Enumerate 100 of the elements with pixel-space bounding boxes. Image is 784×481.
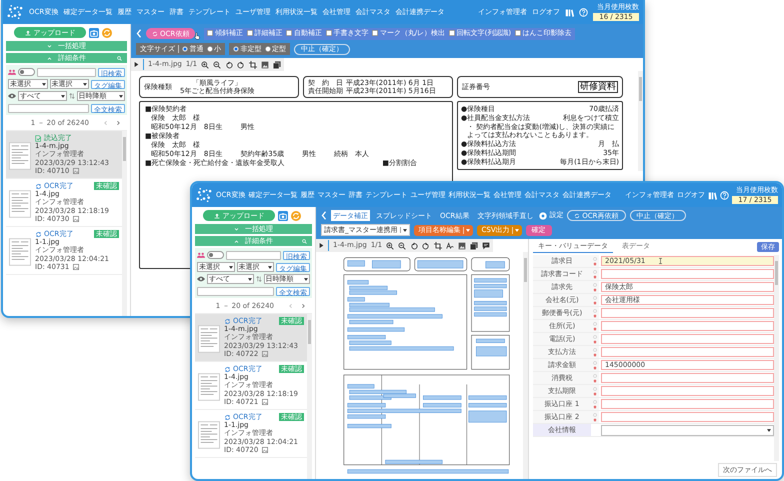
next-icon[interactable] [115,120,121,126]
back-icon[interactable] [136,29,142,38]
field-input[interactable] [601,321,774,331]
sync-icon [152,30,158,36]
toggle-switch[interactable] [207,251,224,259]
search-field[interactable] [37,68,96,76]
sort-icon[interactable] [68,93,74,99]
image-icon [262,398,268,405]
scrollbar[interactable] [122,131,127,316]
text-cursor-icon [659,258,662,264]
chevron-down-icon [234,226,239,232]
checkbox[interactable] [372,30,378,36]
field-input[interactable] [601,399,774,409]
logo-icon[interactable] [195,186,213,204]
caret-icon [119,94,123,98]
scrollbar[interactable] [774,255,779,461]
caret-icon [228,266,232,268]
caret-icon [60,94,64,98]
sync-icon [224,414,231,421]
checkbox[interactable] [449,30,456,36]
crop-icon[interactable] [249,60,258,68]
field-dropdown[interactable] [601,425,774,436]
play-icon[interactable] [319,243,324,248]
handwriting-icon[interactable] [446,242,454,250]
book-icon[interactable] [708,190,717,200]
fulltext-field[interactable] [197,286,274,296]
search-icon[interactable] [302,238,307,244]
required-icon [593,418,597,422]
refresh-icon[interactable] [291,210,301,220]
next-icon[interactable] [300,303,306,310]
comment-icon[interactable] [482,242,490,250]
document-check-icon [35,134,42,142]
help-icon[interactable] [579,8,588,16]
help-icon[interactable] [720,190,729,200]
field-input[interactable] [601,347,774,357]
logo-icon[interactable] [6,3,24,21]
zoom-in-icon[interactable] [386,242,394,250]
field-input[interactable] [601,308,774,318]
chevron-up-icon [47,56,52,60]
eye-icon[interactable] [8,92,16,100]
eye-icon[interactable] [197,275,205,283]
back-icon[interactable] [321,211,327,220]
rotate-left-icon[interactable] [410,242,418,250]
scrollbar[interactable] [523,252,528,479]
search-icon[interactable] [117,56,122,60]
zoom-out-icon[interactable] [398,242,406,250]
images-icon[interactable] [470,242,478,250]
previous-icon[interactable] [288,303,294,310]
required-icon [593,314,597,318]
caret-icon [466,228,470,232]
fulltext-field[interactable] [8,104,89,112]
image-icon[interactable] [261,60,270,68]
radio[interactable] [264,46,270,52]
book-icon[interactable] [565,8,574,16]
radio[interactable] [206,46,212,52]
radio[interactable] [182,46,188,52]
field-input[interactable] [601,386,774,396]
required-icon [593,378,597,382]
scrollbar[interactable] [638,71,643,171]
zoom-in-icon[interactable] [201,60,210,68]
rotate-right-icon[interactable] [237,60,246,68]
field-input[interactable] [601,269,774,279]
checkbox[interactable] [515,30,522,36]
refresh-icon[interactable] [102,28,112,38]
crop-icon[interactable] [434,242,442,250]
users-icon[interactable] [197,251,205,259]
upload-icon [24,30,30,36]
required-icon [593,326,597,330]
sort-icon[interactable] [256,276,262,282]
images-icon[interactable] [273,60,282,68]
rotate-left-icon[interactable] [225,60,234,68]
scrollbar[interactable] [307,314,312,479]
field-input[interactable] [601,373,774,383]
required-icon [593,300,597,304]
camera-icon[interactable] [89,28,99,38]
chevron-up-icon [234,238,239,244]
required-icon [593,340,597,344]
play-icon[interactable] [134,62,139,67]
upload-icon [214,212,220,218]
checkbox[interactable] [207,30,214,36]
previous-icon[interactable] [103,120,109,126]
caret-icon [83,82,87,86]
checkbox[interactable] [286,30,292,36]
caret-icon [514,228,519,232]
zoom-out-icon[interactable] [213,60,222,68]
camera-icon[interactable] [278,210,288,220]
required-icon [593,274,597,278]
caret-icon [268,266,272,268]
radio[interactable] [233,46,239,52]
checkbox[interactable] [326,30,332,36]
users-icon[interactable] [8,68,16,76]
field-input[interactable] [601,412,774,422]
rotate-right-icon[interactable] [422,242,430,250]
image-icon [73,264,80,270]
required-icon [593,366,597,370]
checkbox[interactable] [246,30,253,36]
toggle-switch[interactable] [18,68,35,76]
search-field[interactable] [226,250,281,260]
image-icon[interactable] [458,242,466,250]
field-input[interactable] [601,334,774,344]
